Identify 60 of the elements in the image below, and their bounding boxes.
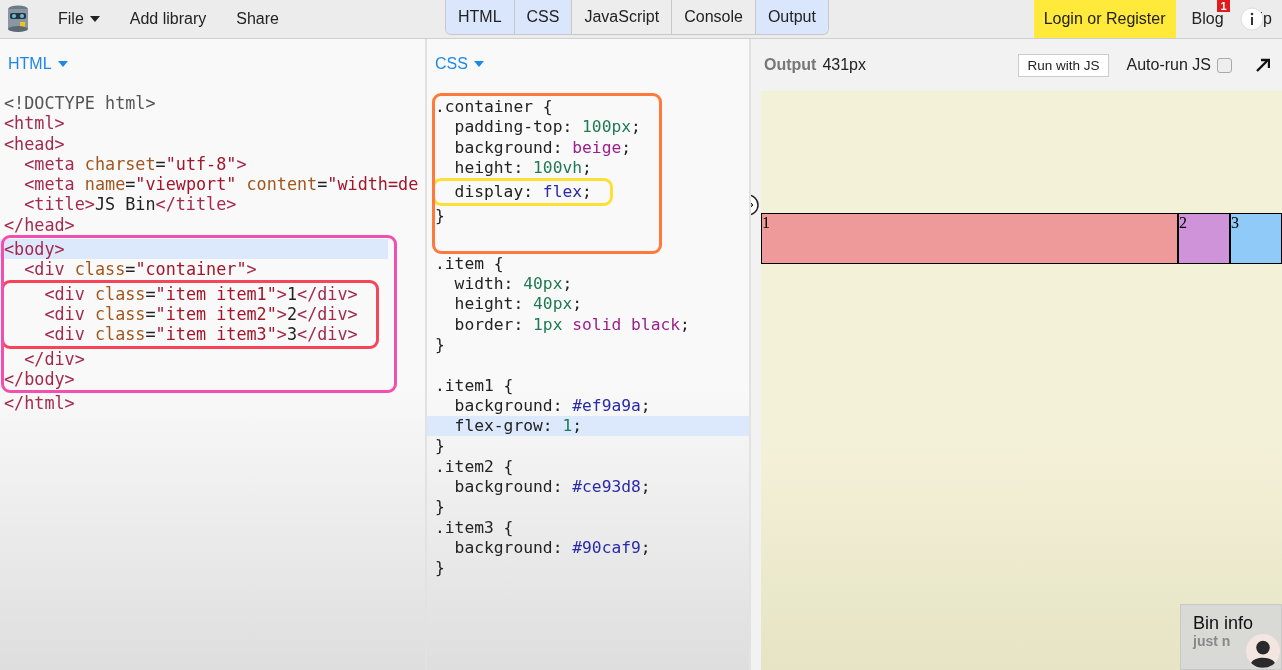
- code-line: border: 1px solid black;: [453, 314, 691, 335]
- checkbox-label: Auto-run JS: [1126, 56, 1211, 74]
- caret-icon: [57, 61, 68, 67]
- flex-item: 3: [1230, 213, 1282, 264]
- menu-item[interactable]: Share: [221, 0, 294, 38]
- code-line: <div class="item item1">1</div>: [43, 283, 359, 304]
- menu-item[interactable]: File: [43, 0, 115, 38]
- code-line: }: [434, 497, 446, 518]
- code-line: background: #ce93d8;: [453, 477, 652, 498]
- timestamp: just n: [1193, 633, 1232, 649]
- code-line: }: [434, 558, 446, 579]
- panel-menu[interactable]: CSS: [435, 55, 484, 73]
- code-line: height: 100vh;: [453, 157, 593, 179]
- code-line: }: [434, 206, 446, 227]
- expand-arrow-icon: [1256, 58, 1270, 72]
- code-line: <title>JS Bin</title>: [23, 194, 238, 215]
- menu-item[interactable]: Add library: [114, 0, 222, 38]
- notification-badge: 1: [1217, 0, 1230, 12]
- code-line: width: 40px;: [453, 274, 574, 295]
- caret-icon: [89, 16, 100, 22]
- code-line: <head>: [3, 133, 66, 154]
- run-button[interactable]: Run with JS: [1018, 53, 1109, 77]
- code-line: background: #90caf9;: [453, 537, 652, 559]
- code-line: }: [434, 334, 446, 356]
- caret-icon: [473, 61, 484, 67]
- code-line: <!DOCTYPE html>: [3, 93, 157, 114]
- code-line: .item1 {: [434, 375, 515, 396]
- code-line: <html>: [3, 113, 66, 134]
- code-line: .item2 {: [434, 456, 515, 478]
- output-width: 431px: [822, 56, 866, 74]
- blog-link[interactable]: Blog 1: [1175, 0, 1240, 38]
- code-line: }: [434, 436, 446, 457]
- code-line: </div>: [23, 348, 86, 369]
- code-line: display: flex;: [453, 182, 593, 203]
- code-line: background: #ef9a9a;: [453, 395, 652, 417]
- output-label: Output: [764, 56, 817, 74]
- code-line: .item {: [434, 253, 505, 275]
- code-line: <div class="item item2">2</div>: [43, 303, 359, 325]
- code-line: <meta name="viewport" content="width=de: [23, 174, 420, 195]
- login-button[interactable]: Login or Register: [1033, 0, 1176, 38]
- logo-icon: [7, 5, 29, 33]
- card-title: Bin info: [1193, 613, 1254, 633]
- code-line: </html>: [3, 393, 76, 414]
- flex-item: 1: [761, 213, 1178, 264]
- panel-tab[interactable]: HTML: [446, 0, 515, 34]
- code-line: height: 40px;: [453, 294, 584, 315]
- code-line: .container {: [434, 97, 554, 118]
- code-line: .item3 {: [434, 517, 515, 538]
- avatar-icon: [1246, 634, 1280, 668]
- code-line: <div class="container">: [23, 259, 258, 280]
- flex-item: 2: [1178, 213, 1230, 264]
- code-line: <meta charset="utf-8">: [23, 153, 248, 175]
- code-line: padding-top: 100px;: [453, 117, 642, 138]
- code-line: <div class="item item3">3</div>: [43, 324, 359, 345]
- panel-tab[interactable]: Output: [755, 0, 828, 34]
- code-line: background: beige;: [453, 137, 633, 158]
- code-line: </body>: [3, 368, 76, 390]
- panel-tab[interactable]: CSS: [514, 0, 573, 34]
- checkbox[interactable]: [1217, 57, 1232, 73]
- code-line: </head>: [3, 214, 76, 236]
